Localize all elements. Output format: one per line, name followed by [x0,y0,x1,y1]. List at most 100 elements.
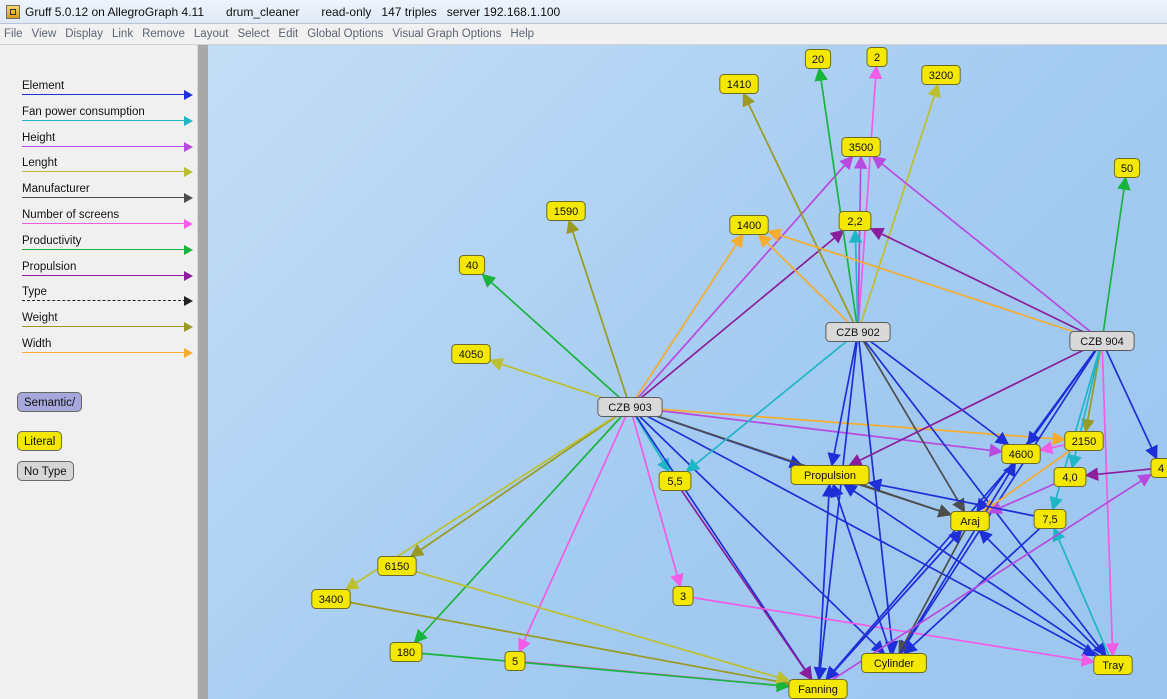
edge-czb903-n4600[interactable] [629,406,1004,457]
node-propulsion[interactable]: Propulsion [790,465,870,485]
legend-item-lenght[interactable]: Lenght [22,157,193,183]
type-literal-button[interactable]: Literal [17,431,63,451]
edge-tray-araj[interactable] [978,529,1114,666]
legend-line [22,145,186,147]
menu-visual-graph-options[interactable]: Visual Graph Options [392,28,501,40]
menu-remove[interactable]: Remove [142,28,185,40]
legend-label: Height [22,131,56,144]
node-n2[interactable]: 2 [866,47,888,67]
menu-file[interactable]: File [4,28,23,40]
edge-czb902-n1400[interactable] [757,233,859,333]
edge-n6150-fanning[interactable] [396,565,791,684]
node-n5[interactable]: 5 [504,651,526,671]
legend-item-productivity[interactable]: Productivity [22,235,193,261]
menu-global-options[interactable]: Global Options [307,28,383,40]
type-semantic-button[interactable]: Semantic/ [17,392,83,412]
legend-item-width[interactable]: Width [22,338,193,364]
edge-fanning-propulsion[interactable] [817,483,836,690]
node-fanning[interactable]: Fanning [788,679,848,699]
edge-czb903-n6150[interactable] [409,406,631,558]
node-label: 40 [466,260,478,272]
edge-czb904-n1400[interactable] [766,228,1103,342]
edge-n3400-fanning[interactable] [330,598,791,689]
edge-czb903-n3[interactable] [629,406,684,588]
edge-czb902-n55[interactable] [685,331,859,473]
node-czb903[interactable]: CZB 903 [597,397,663,417]
node-araj[interactable]: Araj [950,511,990,531]
node-n180[interactable]: 180 [389,642,423,662]
node-n3400[interactable]: 3400 [311,589,351,609]
menu-layout[interactable]: Layout [194,28,229,40]
edge-czb903-n3500[interactable] [629,155,854,408]
legend-item-height[interactable]: Height [22,131,193,158]
edge-czb902-fanning[interactable] [813,331,859,681]
node-czb902[interactable]: CZB 902 [825,322,891,342]
graph-svg[interactable]: 20 2 1410 3200 3500 50 1590 1400 2,2 40 CZB 902 CZB… [208,45,1167,699]
node-n1410[interactable]: 1410 [719,74,759,94]
graph-canvas[interactable]: 20 2 1410 3200 3500 50 1590 1400 2,2 40 CZB 902 CZB… [208,45,1167,699]
node-n6150[interactable]: 6150 [377,556,417,576]
node-tray[interactable]: Tray [1093,655,1133,675]
panel-splitter[interactable] [198,45,208,699]
arrowhead-icon [184,348,193,358]
edge-czb902-tray[interactable] [857,331,1107,657]
legend-item-number-of-screens[interactable]: Number of screens [22,209,193,235]
node-n3500[interactable]: 3500 [841,137,881,157]
legend-item-weight[interactable]: Weight [22,312,193,338]
edge-n55-fanning[interactable] [674,480,813,681]
menu-select[interactable]: Select [237,28,269,40]
node-n1400[interactable]: 1400 [729,215,769,235]
node-n3[interactable]: 3 [672,586,694,606]
menu-display[interactable]: Display [65,28,103,40]
legend-line [22,326,186,328]
type-no-type-button[interactable]: No Type [17,461,74,481]
edge-czb904-n4[interactable] [1101,340,1158,460]
edge-czb904-propulsion[interactable] [848,340,1103,467]
legend-item-fan-power-consumption[interactable]: Fan power consumption [22,106,193,132]
node-n75[interactable]: 7,5 [1033,509,1067,529]
app-icon[interactable] [6,4,20,19]
edge-czb902-n3200[interactable] [857,83,941,333]
legend-item-manufacturer[interactable]: Manufacturer [22,183,193,209]
edge-czb904-n50[interactable] [1101,176,1131,342]
menu-edit[interactable]: Edit [278,28,298,40]
edge-czb903-n1400[interactable] [629,233,744,408]
node-n4050[interactable]: 4050 [451,344,491,364]
legend-item-element[interactable]: Element [22,80,193,106]
node-n40b[interactable]: 4,0 [1053,467,1087,487]
edge-czb903-n22[interactable] [629,229,845,408]
edge-czb903-fanning[interactable] [629,406,813,681]
arrowhead-icon [184,141,193,152]
edge-czb903-n5[interactable] [518,406,631,653]
node-n22[interactable]: 2,2 [838,211,872,231]
title-bar: Gruff 5.0.12 on AllegroGraph 4.11 drum_c… [0,0,1167,24]
node-n1590[interactable]: 1590 [546,201,586,221]
edge-n180-fanning[interactable] [405,651,791,693]
node-label: 2,2 [847,216,862,228]
node-label: 4600 [1009,449,1033,461]
edge-czb904-tray[interactable] [1101,340,1120,657]
node-n40[interactable]: 40 [458,255,486,275]
node-n4[interactable]: 4 [1150,458,1167,478]
node-n55[interactable]: 5,5 [658,471,692,491]
legend-item-propulsion[interactable]: Propulsion [22,261,193,287]
node-n4600[interactable]: 4600 [1001,444,1041,464]
legend-label: Manufacturer [22,183,90,196]
node-cylinder[interactable]: Cylinder [861,653,927,673]
menu-view[interactable]: View [32,28,57,40]
edge-czb904-cylinder[interactable] [899,340,1103,655]
node-n3200[interactable]: 3200 [921,65,961,85]
node-n2150[interactable]: 2150 [1064,431,1104,451]
node-n50[interactable]: 50 [1113,158,1141,178]
node-label: Tray [1102,660,1124,672]
node-czb904[interactable]: CZB 904 [1069,331,1135,351]
edge-czb904-n3500[interactable] [871,155,1103,342]
edge-czb902-n4600[interactable] [857,331,1010,446]
legend-label: Lenght [22,157,58,170]
legend-line [22,352,186,353]
menu-help[interactable]: Help [510,28,534,40]
edge-czb904-n22[interactable] [869,227,1103,342]
menu-link[interactable]: Link [112,28,133,40]
node-n20[interactable]: 20 [804,49,832,69]
legend-item-type[interactable]: Type [22,286,193,312]
